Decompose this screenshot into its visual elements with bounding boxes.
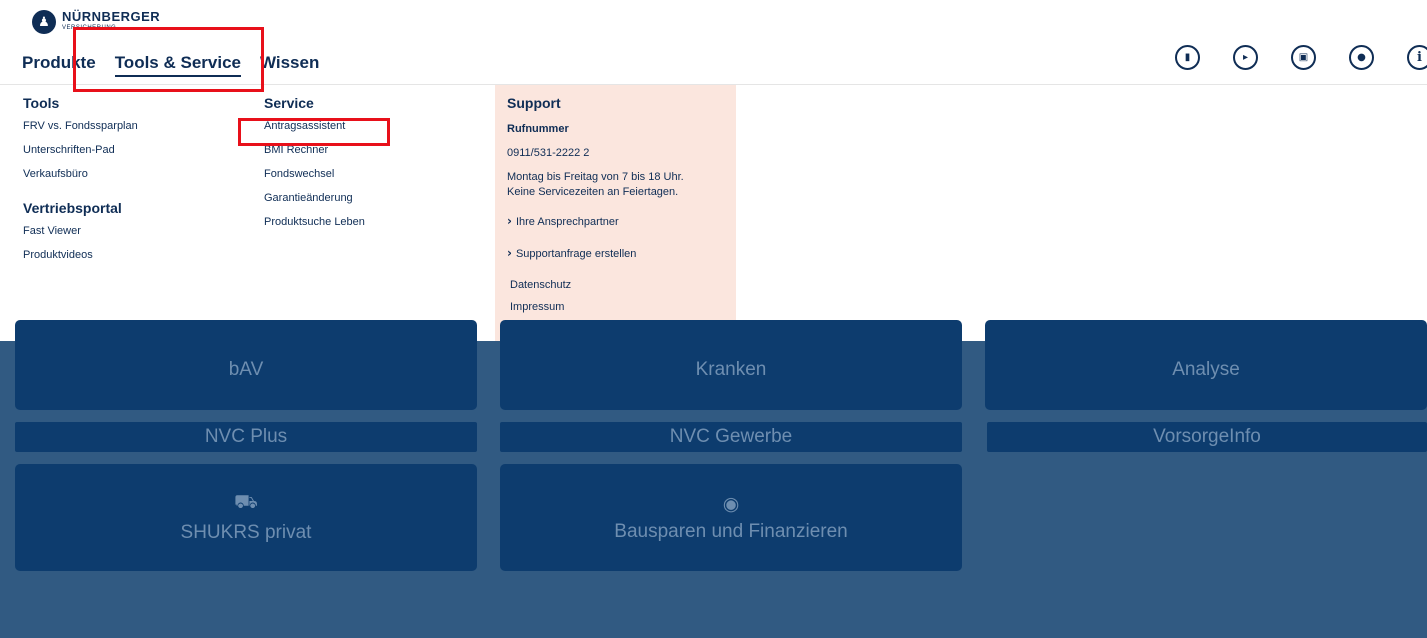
link-bmi-rechner[interactable]: BMI Rechner bbox=[264, 138, 365, 162]
service-column: Service Antragsassistent BMI Rechner Fon… bbox=[264, 85, 365, 234]
link-garantieaenderung[interactable]: Garantieänderung bbox=[264, 186, 365, 210]
chevron-right-icon: › bbox=[507, 246, 512, 260]
vertriebsportal-heading: Vertriebsportal bbox=[23, 200, 122, 216]
link-antragsassistent[interactable]: Antragsassistent bbox=[264, 114, 365, 138]
link-label: Ihre Ansprechpartner bbox=[515, 216, 619, 228]
user-icon[interactable]: ● bbox=[1349, 45, 1374, 70]
tools-column: Tools FRV vs. Fondssparplan Unterschrift… bbox=[23, 85, 138, 267]
support-heading: Support bbox=[507, 95, 561, 111]
service-hours-line2: Keine Servicezeiten an Feiertagen. bbox=[507, 186, 679, 198]
link-fondswechsel[interactable]: Fondswechsel bbox=[264, 162, 365, 186]
tile-label: Bausparen und Finanzieren bbox=[614, 520, 848, 542]
nav-item-tools-service[interactable]: Tools & Service bbox=[114, 53, 241, 77]
tile-label: SHUKRS privat bbox=[180, 522, 312, 543]
link-unterschriften-pad[interactable]: Unterschriften-Pad bbox=[23, 138, 138, 162]
bar-vorsorgeinfo[interactable]: VorsorgeInfo bbox=[987, 422, 1427, 452]
bar-nvc-plus[interactable]: NVC Plus bbox=[15, 422, 477, 452]
tile-label: Kranken bbox=[695, 359, 767, 380]
folder-open-icon[interactable]: ▸ bbox=[1233, 45, 1258, 70]
link-ihre-ansprechpartner[interactable]: › Ihre Ansprechpartner bbox=[507, 214, 684, 230]
service-hours-line1: Montag bis Freitag von 7 bis 18 Uhr. bbox=[507, 171, 684, 183]
brand-sub: VERSICHERUNG bbox=[62, 25, 117, 31]
info-icon[interactable]: i bbox=[1407, 45, 1427, 70]
piggy-bank-icon: ◉ bbox=[722, 492, 740, 515]
bar-nvc-gewerbe[interactable]: NVC Gewerbe bbox=[500, 422, 962, 452]
link-produktsuche-leben[interactable]: Produktsuche Leben bbox=[264, 210, 365, 234]
nav-item-produkte[interactable]: Produkte bbox=[22, 53, 96, 75]
service-heading: Service bbox=[264, 95, 314, 111]
chevron-right-icon: › bbox=[507, 214, 512, 228]
tools-heading: Tools bbox=[23, 95, 60, 111]
tile-bav[interactable]: bAV bbox=[15, 320, 477, 410]
link-verkaufsbuero[interactable]: Verkaufsbüro bbox=[23, 162, 138, 186]
link-supportanfrage-erstellen[interactable]: › Supportanfrage erstellen bbox=[507, 246, 684, 262]
link-datenschutz[interactable]: Datenschutz bbox=[510, 279, 684, 291]
link-label: Supportanfrage erstellen bbox=[515, 248, 637, 260]
link-impressum[interactable]: Impressum bbox=[510, 301, 684, 313]
tile-label: bAV bbox=[228, 359, 264, 380]
toolbar-icons: ▮ ▸ ▣ ● i bbox=[1175, 45, 1427, 70]
family-logo-icon: ♟ bbox=[32, 10, 56, 34]
save-icon[interactable]: ▣ bbox=[1291, 45, 1316, 70]
tile-kranken[interactable]: Kranken bbox=[500, 320, 962, 410]
tile-analyse[interactable]: Analyse bbox=[985, 320, 1427, 410]
document-icon[interactable]: ▮ bbox=[1175, 45, 1200, 70]
header: ♟ NÜRNBERGER VERSICHERUNG Produkte Tools… bbox=[0, 0, 1427, 85]
tile-bausparen-finanzieren[interactable]: ◉ Bausparen und Finanzieren bbox=[500, 464, 962, 571]
brand-name: NÜRNBERGER bbox=[62, 9, 161, 24]
main-nav: Produkte Tools & Service Wissen bbox=[22, 53, 338, 77]
tile-shukrs-privat[interactable]: ⛟ SHUKRS privat bbox=[15, 464, 477, 571]
phone-number: 0911/531-2222 2 bbox=[507, 147, 590, 159]
car-icon: ⛟ bbox=[234, 491, 258, 513]
nav-item-wissen[interactable]: Wissen bbox=[260, 53, 319, 75]
brand-logo[interactable]: ♟ NÜRNBERGER VERSICHERUNG bbox=[32, 10, 160, 34]
support-panel: Support Rufnummer 0911/531-2222 2 Montag… bbox=[495, 85, 736, 341]
link-fast-viewer[interactable]: Fast Viewer bbox=[23, 219, 138, 243]
tile-label: Analyse bbox=[1172, 359, 1240, 380]
service-hours: Montag bis Freitag von 7 bis 18 Uhr. Kei… bbox=[507, 170, 684, 200]
phone-label: Rufnummer bbox=[507, 123, 569, 135]
link-frv-fondssparplan[interactable]: FRV vs. Fondssparplan bbox=[23, 114, 138, 138]
mega-menu: Tools FRV vs. Fondssparplan Unterschrift… bbox=[0, 85, 1427, 341]
link-produktvideos[interactable]: Produktvideos bbox=[23, 243, 138, 267]
